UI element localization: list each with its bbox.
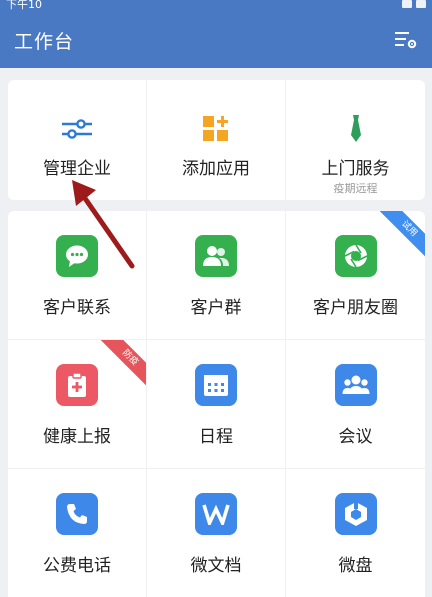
calendar-icon (195, 364, 237, 406)
app-label: 健康上报 (43, 427, 111, 447)
door-service-label: 上门服务 (321, 159, 390, 179)
door-service-button[interactable]: 上门服务 疫期远程 (286, 80, 425, 200)
manage-enterprise-label: 管理企业 (43, 159, 111, 179)
app-customer-moments[interactable]: 客户朋友圈 试用 (286, 211, 425, 340)
app-schedule[interactable]: 日程 (147, 340, 286, 469)
document-w-icon (195, 493, 237, 535)
drive-icon (334, 493, 377, 535)
health-report-icon (56, 364, 98, 406)
door-service-sublabel: 疫期远程 (333, 182, 378, 195)
group-icon (195, 235, 237, 277)
app-public-phone[interactable]: 公费电话 (8, 469, 147, 597)
app-label: 微盘 (338, 556, 373, 576)
status-time: 下午10 (6, 0, 42, 11)
add-app-button[interactable]: 添加应用 (147, 80, 286, 200)
settings-sliders-icon[interactable] (394, 28, 418, 52)
annotation-arrow-icon (72, 180, 135, 269)
app-customer-group[interactable]: 客户群 (147, 211, 286, 340)
meeting-icon (334, 364, 377, 406)
app-micro-doc[interactable]: 微文档 (147, 469, 286, 597)
app-micro-drive[interactable]: 微盘 (286, 469, 425, 597)
sliders-icon (60, 114, 94, 144)
app-label: 客户朋友圈 (313, 298, 398, 318)
trial-badge: 试用 (379, 211, 425, 257)
app-label: 会议 (338, 427, 373, 447)
app-label: 客户群 (190, 298, 242, 318)
app-label: 微文档 (190, 556, 242, 576)
app-label: 日程 (199, 427, 233, 447)
add-app-label: 添加应用 (182, 159, 250, 179)
app-meeting[interactable]: 会议 (286, 340, 425, 469)
aperture-icon (334, 235, 377, 277)
badge-text: 试用 (379, 211, 425, 257)
necktie-icon (339, 114, 373, 144)
add-app-grid-icon (199, 114, 233, 144)
app-header: 工作台 (0, 12, 432, 68)
app-health-report[interactable]: 健康上报 防疫 (8, 340, 147, 469)
epidemic-badge: 防疫 (100, 340, 146, 386)
app-label: 公费电话 (43, 556, 111, 576)
page-title: 工作台 (14, 31, 75, 53)
app-label: 客户联系 (43, 298, 111, 318)
badge-text: 防疫 (100, 340, 146, 386)
phone-icon (56, 493, 98, 535)
status-icons (402, 0, 426, 8)
status-bar: 下午10 (0, 0, 432, 12)
